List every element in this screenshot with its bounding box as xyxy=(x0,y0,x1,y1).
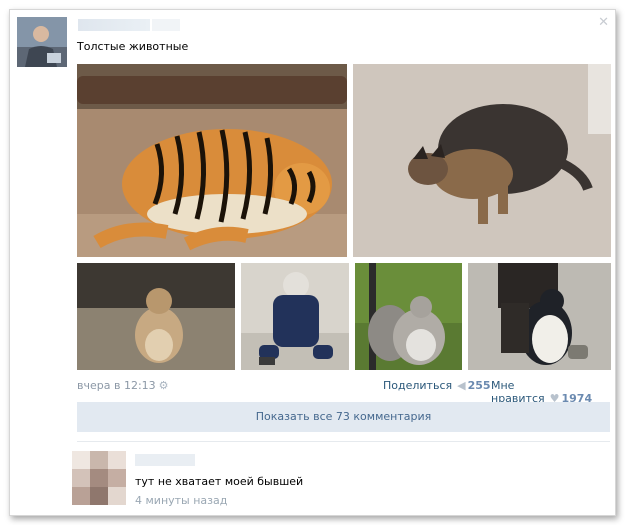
post-card: ✕ Толстые животные вчера в 12:13 ⚙ Подел… xyxy=(9,9,616,516)
share-label: Поделиться xyxy=(383,379,453,392)
comment-avatar-blurred[interactable] xyxy=(72,451,126,505)
post-time-text: вчера в 12:13 xyxy=(77,379,156,392)
comment-author-blurred[interactable] xyxy=(135,454,195,466)
comment-text: тут не хватает моей бывшей xyxy=(135,475,304,488)
photo-penguin[interactable] xyxy=(468,263,611,370)
author-name-blurred[interactable] xyxy=(78,19,150,31)
post-text: Толстые животные xyxy=(77,40,189,53)
photo-squirrel[interactable] xyxy=(355,263,462,370)
show-all-comments-button[interactable]: Показать все 73 комментария xyxy=(77,402,610,432)
author-avatar[interactable] xyxy=(17,17,67,67)
author-name-blurred-part xyxy=(152,19,180,31)
photo-tiger[interactable] xyxy=(77,64,347,257)
divider xyxy=(77,441,610,442)
comment-timestamp[interactable]: 4 минуты назад xyxy=(135,494,227,507)
photo-dog[interactable] xyxy=(353,64,611,257)
photo-cat[interactable] xyxy=(241,263,349,370)
close-icon[interactable]: ✕ xyxy=(598,16,609,29)
gear-icon: ⚙ xyxy=(158,379,169,392)
photo-prairie-dog[interactable] xyxy=(77,263,235,370)
share-button[interactable]: Поделиться ◀ 255 xyxy=(383,379,491,392)
share-count: 255 xyxy=(467,379,491,392)
post-timestamp[interactable]: вчера в 12:13 ⚙ xyxy=(77,379,169,392)
megaphone-icon: ◀ xyxy=(457,379,466,392)
